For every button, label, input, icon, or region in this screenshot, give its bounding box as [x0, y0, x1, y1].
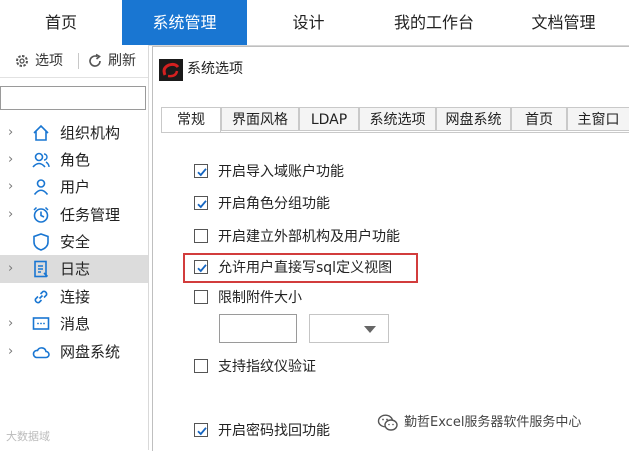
tab-home[interactable]: 首页 — [511, 107, 567, 131]
log-icon — [34, 260, 49, 278]
option-label: 开启导入域账户功能 — [218, 164, 344, 180]
chevron-right-icon[interactable]: › — [8, 125, 20, 141]
chevron-right-icon[interactable]: › — [8, 316, 20, 332]
shield-icon — [33, 233, 49, 251]
checkmark-icon — [197, 264, 207, 273]
tree-item-label: 任务管理 — [60, 206, 121, 224]
user-icon — [33, 179, 49, 196]
toolbar-divider — [78, 53, 79, 69]
link-icon — [34, 290, 48, 304]
checkbox[interactable] — [194, 260, 208, 274]
nav-system-management[interactable]: 系统管理 — [122, 0, 247, 45]
left-toolbar: 选项 刷新 — [0, 45, 148, 78]
refresh-label: 刷新 — [108, 53, 136, 69]
message-icon — [32, 317, 50, 330]
checkmark-icon — [197, 427, 207, 436]
tree-item-task-management[interactable]: › 任务管理 — [0, 201, 148, 229]
chevron-right-icon[interactable]: › — [8, 261, 20, 277]
nav-document-management[interactable]: 文档管理 — [498, 0, 629, 45]
nav-home[interactable]: 首页 — [0, 0, 122, 45]
tab-main-window[interactable]: 主窗口 — [567, 107, 629, 131]
option-label: 限制附件大小 — [218, 290, 302, 306]
tab-underline — [161, 132, 629, 133]
tree-item-label: 组织机构 — [60, 124, 121, 142]
chevron-down-icon — [364, 326, 376, 333]
top-menu-bar: 首页 系统管理 设计 我的工作台 文档管理 — [0, 0, 629, 46]
tree-search-input[interactable] — [0, 86, 146, 110]
chevron-right-icon[interactable]: › — [8, 152, 20, 168]
dialog-tabs: 常规 界面风格 LDAP 系统选项 网盘系统 首页 主窗口 — [161, 107, 629, 133]
attachment-unit-select[interactable] — [309, 314, 389, 343]
option-label: 开启角色分组功能 — [218, 196, 330, 212]
option-label: 允许用户直接写sql定义视图 — [218, 260, 393, 276]
checkbox[interactable] — [194, 164, 208, 178]
watermark-text: 勤哲Excel服务器软件服务中心 — [404, 415, 582, 430]
tree-item-label: 日志 — [60, 260, 91, 278]
option-label: 开启建立外部机构及用户功能 — [218, 229, 400, 245]
checkmark-icon — [197, 200, 207, 209]
app-logo-icon — [159, 59, 183, 81]
gear-icon — [16, 55, 28, 67]
attachment-size-input[interactable] — [219, 314, 297, 343]
tab-interface-style[interactable]: 界面风格 — [221, 107, 299, 131]
tree-item-label: 网盘系统 — [60, 343, 121, 361]
users-icon — [32, 152, 50, 168]
dialog-title: 系统选项 — [187, 61, 243, 77]
tree-item-label: 角色 — [60, 151, 91, 169]
wechat-icon — [377, 414, 398, 431]
tab-system-options[interactable]: 系统选项 — [359, 107, 436, 131]
tree-item-organization[interactable]: › 组织机构 — [0, 119, 148, 147]
tree-item-label: 连接 — [60, 288, 91, 306]
chevron-right-icon[interactable]: › — [8, 207, 20, 223]
tree-item-user[interactable]: › 用户 — [0, 173, 148, 201]
left-panel: 选项 刷新 › 组织机构 › 角色 › 用户 › 任务管理 安全 › 日志 连接… — [0, 45, 149, 450]
option-label: 支持指纹仪验证 — [218, 359, 316, 375]
tree-item-label: 消息 — [60, 315, 91, 333]
chevron-right-icon[interactable]: › — [8, 344, 20, 360]
checkbox[interactable] — [194, 229, 208, 243]
tree-item-role[interactable]: › 角色 — [0, 146, 148, 174]
tab-netdisk-system[interactable]: 网盘系统 — [436, 107, 511, 131]
refresh-icon — [89, 53, 101, 67]
checkbox[interactable] — [194, 359, 208, 373]
checkbox[interactable] — [194, 290, 208, 304]
checkbox[interactable] — [194, 196, 208, 210]
tree-item-security[interactable]: 安全 — [0, 228, 148, 256]
checkmark-icon — [197, 168, 207, 177]
checkbox[interactable] — [194, 423, 208, 437]
cloud-icon — [32, 347, 50, 359]
system-options-dialog: 系统选项 常规 界面风格 LDAP 系统选项 网盘系统 首页 主窗口 — [152, 46, 629, 451]
chevron-right-icon[interactable]: › — [8, 179, 20, 195]
left-watermark: 大数据域 — [6, 430, 50, 443]
options-label: 选项 — [35, 53, 63, 69]
tree-item-label: 安全 — [60, 233, 91, 251]
tree-item-log[interactable]: › 日志 — [0, 255, 148, 283]
tab-ldap[interactable]: LDAP — [299, 107, 359, 131]
clock-icon — [33, 206, 49, 223]
nav-my-workbench[interactable]: 我的工作台 — [370, 0, 498, 45]
home-icon — [33, 124, 49, 141]
tree-item-netdisk[interactable]: › 网盘系统 — [0, 338, 148, 366]
tree-item-message[interactable]: › 消息 — [0, 310, 148, 338]
option-label: 开启密码找回功能 — [218, 423, 330, 439]
tree-item-label: 用户 — [60, 178, 91, 196]
tab-general[interactable]: 常规 — [161, 107, 221, 133]
nav-design[interactable]: 设计 — [247, 0, 370, 45]
tree-item-connection[interactable]: 连接 — [0, 283, 148, 311]
